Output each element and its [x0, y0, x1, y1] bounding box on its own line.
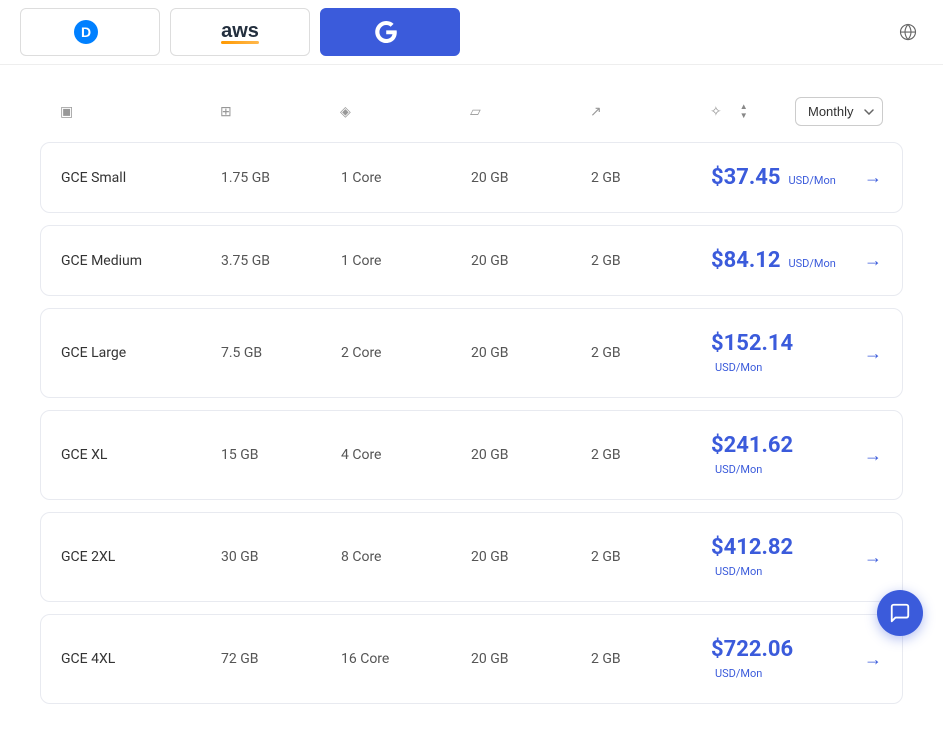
cell-plan: GCE Large	[61, 345, 221, 361]
cell-processor: 2 Core	[341, 345, 471, 361]
price-value: $84.12	[711, 248, 781, 273]
price-unit: USD/Mon	[715, 463, 762, 476]
cell-storage: 20 GB	[471, 651, 591, 667]
cell-plan: GCE Small	[61, 170, 221, 186]
cell-plan: GCE XL	[61, 447, 221, 463]
header-plan: ▣	[60, 104, 220, 120]
header-ram: ⊞	[220, 104, 340, 120]
cell-bandwidth: 2 GB	[591, 345, 711, 361]
aws-icon: aws	[221, 21, 259, 44]
table-row[interactable]: GCE 2XL 30 GB 8 Core 20 GB 2 GB $412.82 …	[40, 512, 903, 602]
cell-price: $412.82 USD/Mon	[711, 535, 844, 579]
price-unit: USD/Mon	[715, 667, 762, 680]
price-unit: USD/Mon	[715, 361, 762, 374]
chat-button[interactable]	[877, 590, 923, 636]
cell-storage: 20 GB	[471, 549, 591, 565]
header-prices: ✧ ▲ ▼	[710, 103, 795, 120]
cell-processor: 1 Core	[341, 170, 471, 186]
sort-arrows: ▲ ▼	[740, 103, 748, 120]
googlecloud-provider-btn[interactable]	[320, 8, 460, 56]
row-arrow[interactable]: →	[864, 250, 882, 271]
cell-price: $84.12 USD/Mon	[711, 248, 844, 273]
aws-provider-btn[interactable]: aws	[170, 8, 310, 56]
price-value: $241.62	[711, 433, 793, 458]
plan-icon: ▣	[60, 104, 73, 120]
cell-ram: 3.75 GB	[221, 253, 341, 269]
row-arrow[interactable]: →	[864, 547, 882, 568]
datacenter-btn[interactable]	[899, 23, 923, 41]
cell-bandwidth: 2 GB	[591, 447, 711, 463]
header-bandwidth: ↗	[590, 104, 710, 120]
row-arrow[interactable]: →	[864, 445, 882, 466]
digitalocean-icon: D	[74, 20, 98, 44]
globe-icon	[899, 23, 917, 41]
header-processor: ◈	[340, 104, 470, 120]
cell-bandwidth: 2 GB	[591, 170, 711, 186]
prices-icon: ✧	[710, 104, 722, 120]
cell-storage: 20 GB	[471, 447, 591, 463]
table-row[interactable]: GCE XL 15 GB 4 Core 20 GB 2 GB $241.62 U…	[40, 410, 903, 500]
table-row[interactable]: GCE Large 7.5 GB 2 Core 20 GB 2 GB $152.…	[40, 308, 903, 398]
cell-processor: 8 Core	[341, 549, 471, 565]
ram-icon: ⊞	[220, 104, 232, 120]
table-row[interactable]: GCE Small 1.75 GB 1 Core 20 GB 2 GB $37.…	[40, 142, 903, 213]
top-navigation: D aws	[0, 0, 943, 65]
cell-price: $241.62 USD/Mon	[711, 433, 844, 477]
processor-icon: ◈	[340, 104, 351, 120]
storage-icon: ▱	[470, 104, 481, 120]
billing-period-selector[interactable]: MonthlyHourlyYearly	[795, 97, 883, 126]
cell-ram: 15 GB	[221, 447, 341, 463]
cell-storage: 20 GB	[471, 170, 591, 186]
cell-ram: 72 GB	[221, 651, 341, 667]
table-row[interactable]: GCE Medium 3.75 GB 1 Core 20 GB 2 GB $84…	[40, 225, 903, 296]
header-storage: ▱	[470, 104, 590, 120]
price-unit: USD/Mon	[788, 174, 835, 187]
cell-bandwidth: 2 GB	[591, 549, 711, 565]
price-unit: USD/Mon	[788, 257, 835, 270]
table-row[interactable]: GCE 4XL 72 GB 16 Core 20 GB 2 GB $722.06…	[40, 614, 903, 704]
cell-plan: GCE 4XL	[61, 651, 221, 667]
cell-price: $722.06 USD/Mon	[711, 637, 844, 681]
row-arrow[interactable]: →	[864, 167, 882, 188]
cell-processor: 16 Core	[341, 651, 471, 667]
cell-processor: 4 Core	[341, 447, 471, 463]
table-body: GCE Small 1.75 GB 1 Core 20 GB 2 GB $37.…	[40, 142, 903, 704]
cell-ram: 7.5 GB	[221, 345, 341, 361]
row-arrow[interactable]: →	[864, 649, 882, 670]
table-header: ▣ ⊞ ◈ ▱ ↗ ✧ ▲ ▼ MonthlyHourlyYea	[40, 85, 903, 138]
chat-icon	[889, 602, 911, 624]
row-arrow[interactable]: →	[864, 343, 882, 364]
cell-ram: 30 GB	[221, 549, 341, 565]
cell-bandwidth: 2 GB	[591, 651, 711, 667]
price-value: $412.82	[711, 535, 793, 560]
cell-plan: GCE 2XL	[61, 549, 221, 565]
cell-storage: 20 GB	[471, 345, 591, 361]
cell-price: $37.45 USD/Mon	[711, 165, 844, 190]
cell-plan: GCE Medium	[61, 253, 221, 269]
bandwidth-icon: ↗	[590, 104, 602, 120]
price-value: $152.14	[711, 331, 793, 356]
googlecloud-icon	[375, 21, 397, 43]
price-value: $722.06	[711, 637, 793, 662]
cell-bandwidth: 2 GB	[591, 253, 711, 269]
price-value: $37.45	[711, 165, 781, 190]
cell-ram: 1.75 GB	[221, 170, 341, 186]
digitalocean-provider-btn[interactable]: D	[20, 8, 160, 56]
cell-storage: 20 GB	[471, 253, 591, 269]
price-unit: USD/Mon	[715, 565, 762, 578]
main-content: ▣ ⊞ ◈ ▱ ↗ ✧ ▲ ▼ MonthlyHourlyYea	[0, 65, 943, 736]
billing-dropdown[interactable]: MonthlyHourlyYearly	[795, 97, 883, 126]
cell-processor: 1 Core	[341, 253, 471, 269]
cell-price: $152.14 USD/Mon	[711, 331, 844, 375]
